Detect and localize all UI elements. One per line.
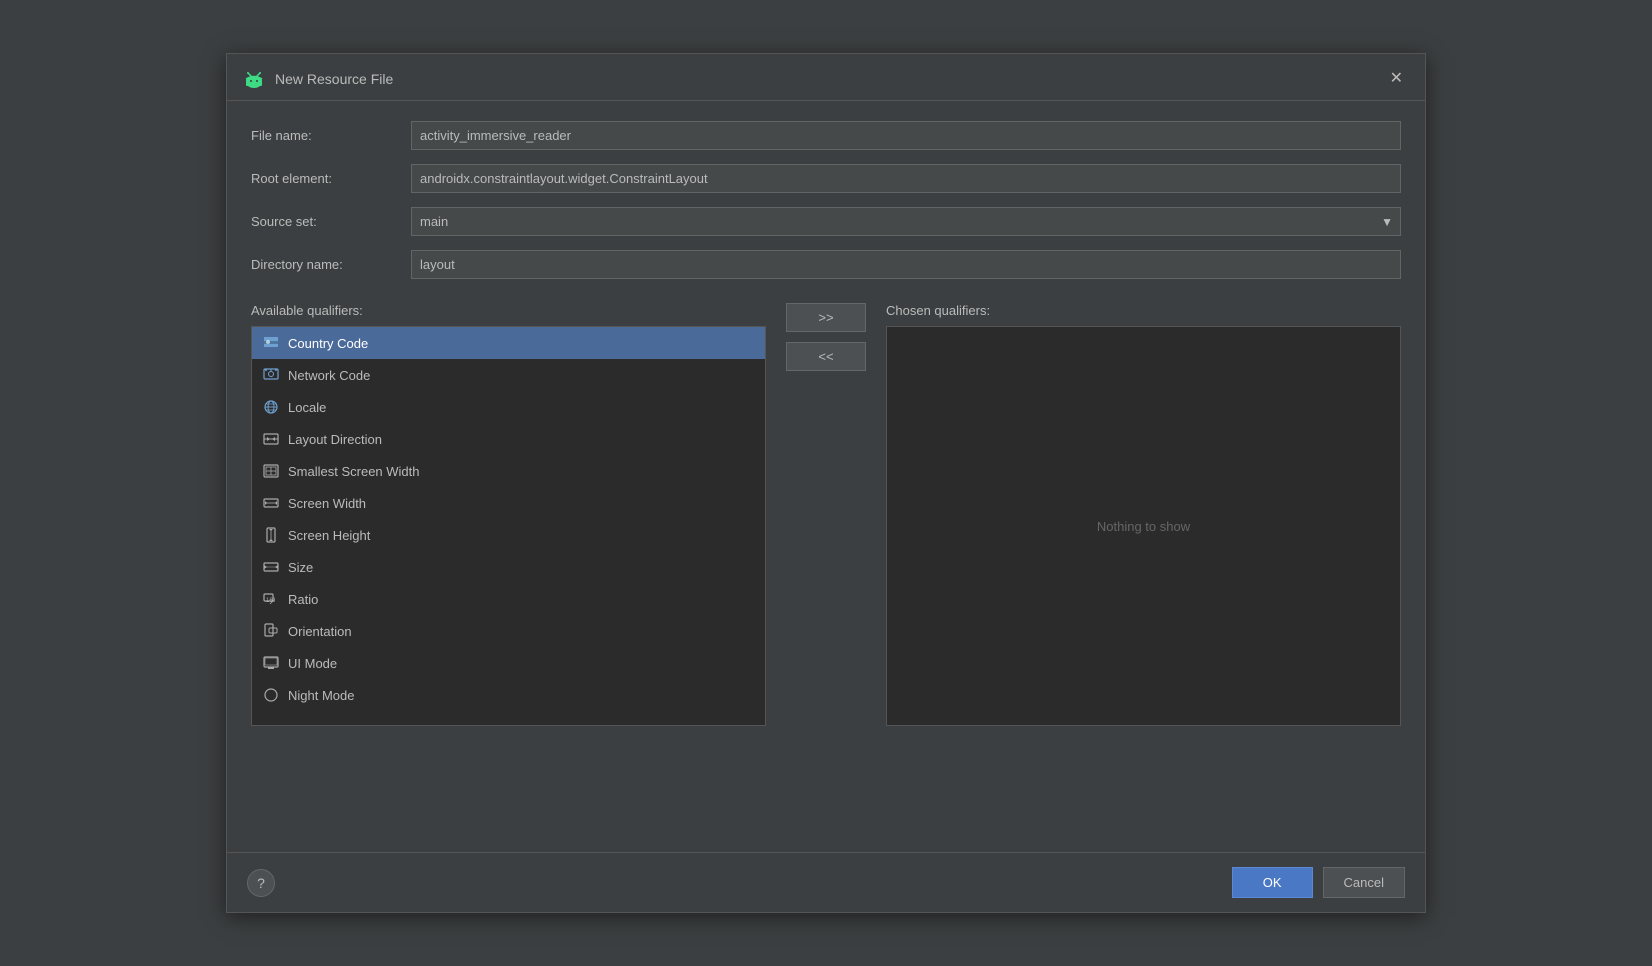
chosen-qualifiers-label: Chosen qualifiers: [886,303,1401,318]
qualifier-label-night-mode: Night Mode [288,688,354,703]
qualifier-label-ui-mode: UI Mode [288,656,337,671]
qualifier-item-night-mode[interactable]: Night Mode [252,679,765,711]
chosen-qualifiers-section: Chosen qualifiers: Nothing to show [886,303,1401,726]
dialog-body: File name: Root element: Source set: mai… [227,101,1425,852]
close-button[interactable]: ✕ [1384,69,1409,89]
qualifier-item-country-code[interactable]: Country Code [252,327,765,359]
chosen-qualifiers-panel: Nothing to show [886,326,1401,726]
qualifier-label-layout-direction: Layout Direction [288,432,382,447]
title-bar: New Resource File ✕ [227,54,1425,101]
qualifier-item-orientation[interactable]: Orientation [252,615,765,647]
qualifier-label-orientation: Orientation [288,624,352,639]
file-name-label: File name: [251,128,411,143]
available-qualifiers-label: Available qualifiers: [251,303,766,318]
source-set-wrapper: main debug release ▼ [411,207,1401,236]
file-name-row: File name: [251,121,1401,150]
qualifier-label-country-code: Country Code [288,336,368,351]
qualifier-item-network-code[interactable]: Network Code [252,359,765,391]
android-icon [243,68,265,90]
qualifier-item-locale[interactable]: Locale [252,391,765,423]
qualifier-label-screen-height: Screen Height [288,528,370,543]
qualifier-item-ratio[interactable]: 16 9 Ratio [252,583,765,615]
help-button[interactable]: ? [247,869,275,897]
screen-height-icon [262,526,280,544]
qualifier-label-ratio: Ratio [288,592,318,607]
ui-mode-icon [262,654,280,672]
title-bar-left: New Resource File [243,68,393,90]
qualifier-item-screen-width[interactable]: Screen Width [252,487,765,519]
source-set-select[interactable]: main debug release [411,207,1401,236]
ratio-icon: 16 9 [262,590,280,608]
footer-action-buttons: OK Cancel [1232,867,1405,898]
directory-name-label: Directory name: [251,257,411,272]
qualifier-label-smallest-screen-width: Smallest Screen Width [288,464,420,479]
night-mode-icon [262,686,280,704]
qualifier-item-size[interactable]: Size [252,551,765,583]
nothing-to-show-text: Nothing to show [1097,519,1190,534]
available-qualifiers-list[interactable]: Country Code [251,326,766,726]
qualifier-item-smallest-screen-width[interactable]: Smallest Screen Width [252,455,765,487]
smallest-screen-width-icon [262,462,280,480]
source-set-label: Source set: [251,214,411,229]
root-element-input[interactable] [411,164,1401,193]
orientation-icon [262,622,280,640]
ok-button[interactable]: OK [1232,867,1313,898]
available-qualifiers-section: Available qualifiers: [251,303,766,726]
qualifier-item-ui-mode[interactable]: UI Mode [252,647,765,679]
layout-direction-icon [262,430,280,448]
screen-width-icon [262,494,280,512]
dialog-title: New Resource File [275,71,393,87]
cancel-button[interactable]: Cancel [1323,867,1405,898]
qualifier-label-network-code: Network Code [288,368,370,383]
source-set-row: Source set: main debug release ▼ [251,207,1401,236]
root-element-row: Root element: [251,164,1401,193]
directory-name-input[interactable] [411,250,1401,279]
new-resource-file-dialog: New Resource File ✕ File name: Root elem… [226,53,1426,913]
add-qualifier-button[interactable]: >> [786,303,866,332]
size-icon [262,558,280,576]
qualifier-label-screen-width: Screen Width [288,496,366,511]
network-icon [262,366,280,384]
transfer-buttons: >> << [766,303,886,371]
directory-name-row: Directory name: [251,250,1401,279]
globe-icon [262,398,280,416]
qualifier-item-screen-height[interactable]: Screen Height [252,519,765,551]
qualifier-label-locale: Locale [288,400,326,415]
qualifier-label-size: Size [288,560,313,575]
qualifier-item-layout-direction[interactable]: Layout Direction [252,423,765,455]
dialog-footer: ? OK Cancel [227,852,1425,912]
root-element-label: Root element: [251,171,411,186]
remove-qualifier-button[interactable]: << [786,342,866,371]
flag-icon [262,334,280,352]
qualifiers-section: Available qualifiers: [251,303,1401,832]
file-name-input[interactable] [411,121,1401,150]
